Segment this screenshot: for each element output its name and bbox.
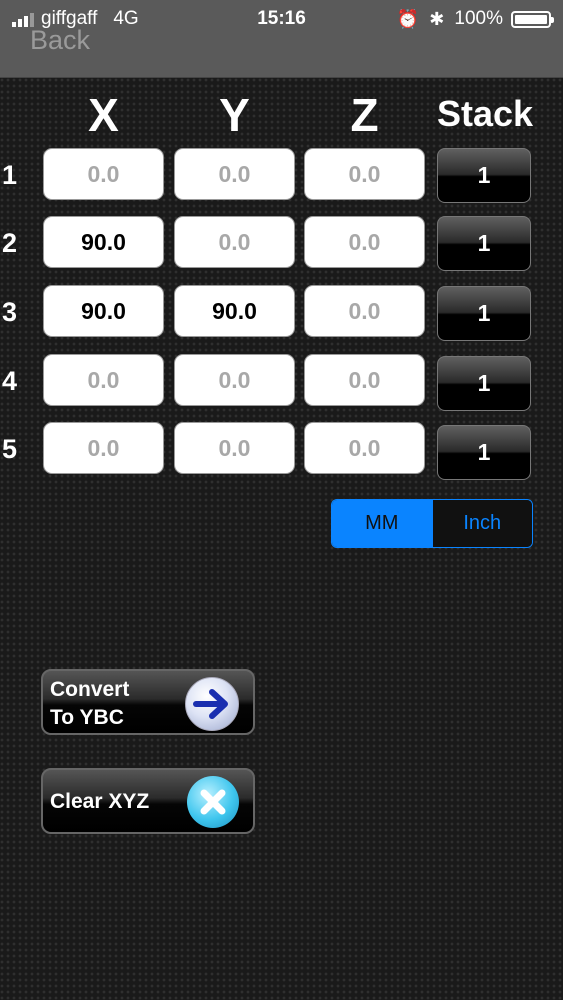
clear-xyz-button[interactable]: Clear XYZ <box>41 768 255 834</box>
x-field[interactable]: 90.0 <box>43 216 164 268</box>
row-number: 4 <box>2 366 18 396</box>
convert-button-label: Convert To YBC <box>50 676 129 732</box>
battery-percent: 100% <box>454 8 503 29</box>
z-field[interactable]: 0.0 <box>304 285 425 337</box>
convert-label-line1: Convert <box>50 678 130 701</box>
row-number: 5 <box>2 434 18 464</box>
column-header-x: X <box>88 89 119 141</box>
z-field[interactable]: 0.0 <box>304 216 425 268</box>
units-segmented-control: MM Inch <box>331 499 533 548</box>
status-right: ⏰ ✱ 100% <box>396 8 554 30</box>
x-field[interactable]: 90.0 <box>43 285 164 337</box>
column-header-y: Y <box>219 89 250 141</box>
navigation-bar: Back <box>0 25 563 78</box>
z-field[interactable]: 0.0 <box>304 148 425 200</box>
z-field[interactable]: 0.0 <box>304 354 425 406</box>
clear-button-label: Clear XYZ <box>50 790 150 813</box>
battery-level <box>515 14 547 24</box>
convert-label-line2: To YBC <box>50 706 124 729</box>
convert-to-ybc-button[interactable]: Convert To YBC <box>41 669 255 735</box>
y-field[interactable]: 0.0 <box>174 216 295 268</box>
units-option-mm[interactable]: MM <box>332 500 432 547</box>
y-field[interactable]: 90.0 <box>174 285 295 337</box>
stack-button[interactable]: 1 <box>437 425 531 480</box>
row-number: 2 <box>2 228 18 258</box>
row-number: 1 <box>2 160 18 190</box>
bluetooth-icon: ✱ <box>429 8 445 29</box>
x-field[interactable]: 0.0 <box>43 148 164 200</box>
x-field[interactable]: 0.0 <box>43 354 164 406</box>
stack-button[interactable]: 1 <box>437 148 531 203</box>
alarm-clock-icon: ⏰ <box>396 8 420 29</box>
close-icon <box>187 776 239 828</box>
y-field[interactable]: 0.0 <box>174 148 295 200</box>
right-arrow-icon <box>185 677 239 731</box>
stack-button[interactable]: 1 <box>437 356 531 411</box>
column-header-z: Z <box>350 89 379 141</box>
column-header-stack: Stack <box>436 93 534 134</box>
back-button[interactable]: Back <box>30 25 90 56</box>
stack-button[interactable]: 1 <box>437 216 531 271</box>
x-field[interactable]: 0.0 <box>43 422 164 474</box>
y-field[interactable]: 0.0 <box>174 354 295 406</box>
z-field[interactable]: 0.0 <box>304 422 425 474</box>
row-number: 3 <box>2 297 18 327</box>
battery-icon <box>511 10 554 28</box>
stack-button[interactable]: 1 <box>437 286 531 341</box>
y-field[interactable]: 0.0 <box>174 422 295 474</box>
units-option-inch[interactable]: Inch <box>431 500 532 547</box>
